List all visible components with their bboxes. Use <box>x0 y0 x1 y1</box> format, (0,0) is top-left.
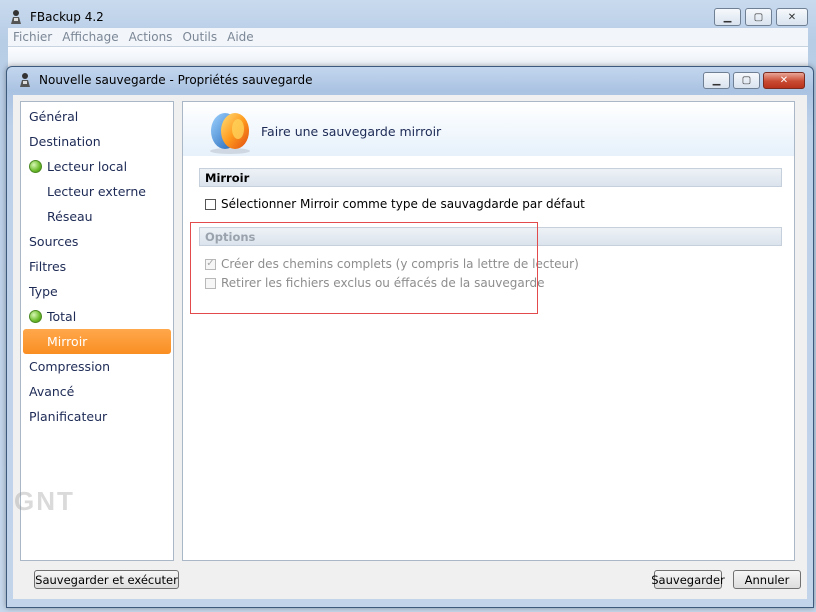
dialog-minimize-button[interactable]: ▁ <box>703 72 730 89</box>
minimize-icon: ▁ <box>712 75 721 86</box>
close-button[interactable]: ✕ <box>776 8 808 26</box>
nav-item[interactable]: Total <box>21 304 173 329</box>
status-dot-icon <box>29 310 42 323</box>
panel-header: Faire une sauvegarde mirroir <box>183 102 794 156</box>
menu-outils[interactable]: Outils <box>177 30 222 44</box>
dialog-close-button[interactable]: ✕ <box>763 72 805 89</box>
full-paths-checkbox-row[interactable]: ✓ Créer des chemins complets (y compris … <box>205 257 579 271</box>
status-dot-icon <box>29 160 42 173</box>
dialog-title: Nouvelle sauvegarde - Propriétés sauvega… <box>39 73 313 87</box>
remove-excluded-label: Retirer les fichiers exclus ou éffacés d… <box>221 276 545 290</box>
options-section-header: Options <box>199 227 782 246</box>
remove-excluded-checkbox-row[interactable]: Retirer les fichiers exclus ou éffacés d… <box>205 276 544 290</box>
nav-item-label: Avancé <box>29 384 75 399</box>
nav-item-label: Mirroir <box>47 334 88 349</box>
nav-item-label: Planificateur <box>29 409 108 424</box>
nav-item[interactable]: Réseau <box>21 204 173 229</box>
nav-item[interactable]: Destination <box>21 129 173 154</box>
nav-item-label: Lecteur local <box>47 159 128 174</box>
save-and-run-button[interactable]: Sauvegarder et exécuter <box>34 570 179 589</box>
nav-item[interactable]: Type <box>21 279 173 304</box>
nav-item[interactable]: Compression <box>21 354 173 379</box>
menu-fichier[interactable]: Fichier <box>8 30 57 44</box>
full-paths-label: Créer des chemins complets (y compris la… <box>221 257 579 271</box>
nav-item-label: Lecteur externe <box>47 184 146 199</box>
panel-heading: Faire une sauvegarde mirroir <box>261 124 442 139</box>
nav-item[interactable]: Planificateur <box>21 404 173 429</box>
maximize-icon: ▢ <box>753 11 764 23</box>
settings-nav: Général Destination Lecteur local Lecteur e… <box>20 101 174 561</box>
cancel-button[interactable]: Annuler <box>733 570 801 589</box>
menu-aide[interactable]: Aide <box>222 30 259 44</box>
nav-item-label: Type <box>29 284 58 299</box>
remove-excluded-checkbox[interactable] <box>205 277 216 289</box>
main-window-controls: ▁ ▢ ✕ <box>714 8 808 26</box>
nav-item-label: Général <box>29 109 79 124</box>
default-mirror-checkbox-row[interactable]: Sélectionner Mirroir comme type de sauva… <box>205 197 585 211</box>
properties-dialog: Nouvelle sauvegarde - Propriétés sauvega… <box>6 66 814 608</box>
default-mirror-checkbox[interactable] <box>205 198 216 210</box>
dialog-body: Général Destination Lecteur local Lecteur e… <box>13 95 807 599</box>
minimize-button[interactable]: ▁ <box>714 8 741 26</box>
nav-item-label: Réseau <box>47 209 93 224</box>
mirror-section-header: Mirroir <box>199 168 782 187</box>
nav-item[interactable]: Mirroir <box>23 329 171 354</box>
nav-item-label: Compression <box>29 359 111 374</box>
nav-item-label: Filtres <box>29 259 67 274</box>
default-mirror-label: Sélectionner Mirroir comme type de sauva… <box>221 197 585 211</box>
fbackup-app-icon <box>11 10 21 24</box>
menu-affichage[interactable]: Affichage <box>57 30 123 44</box>
nav-item[interactable]: Lecteur externe <box>21 179 173 204</box>
dialog-maximize-button[interactable]: ▢ <box>733 72 760 89</box>
nav-item-label: Sources <box>29 234 79 249</box>
nav-item[interactable]: Avancé <box>21 379 173 404</box>
dialog-title-bar: Nouvelle sauvegarde - Propriétés sauvega… <box>17 72 312 88</box>
fbackup-app-icon <box>20 73 30 87</box>
maximize-icon: ▢ <box>741 75 752 86</box>
main-toolbar <box>8 46 808 67</box>
close-icon: ✕ <box>779 75 789 86</box>
main-title-bar: FBackup 4.2 <box>8 8 104 26</box>
nav-item[interactable]: Sources <box>21 229 173 254</box>
settings-panel: Faire une sauvegarde mirroir Mirroir Sél… <box>182 101 795 561</box>
minimize-icon: ▁ <box>723 11 732 23</box>
nav-item[interactable]: Filtres <box>21 254 173 279</box>
nav-item[interactable]: Général <box>21 104 173 129</box>
menu-bar: Fichier Affichage Actions Outils Aide <box>8 28 808 46</box>
full-paths-checkbox[interactable]: ✓ <box>205 258 216 270</box>
nav-item-label: Total <box>47 309 77 324</box>
nav-item-label: Destination <box>29 134 101 149</box>
dialog-window-controls: ▁ ▢ ✕ <box>703 72 805 89</box>
maximize-button[interactable]: ▢ <box>745 8 772 26</box>
nav-item[interactable]: Lecteur local <box>21 154 173 179</box>
close-icon: ✕ <box>787 11 797 23</box>
save-button[interactable]: Sauvegarder <box>651 570 725 589</box>
mirror-backup-icon <box>210 113 250 154</box>
menu-actions[interactable]: Actions <box>124 30 178 44</box>
main-window-title: FBackup 4.2 <box>30 10 104 24</box>
